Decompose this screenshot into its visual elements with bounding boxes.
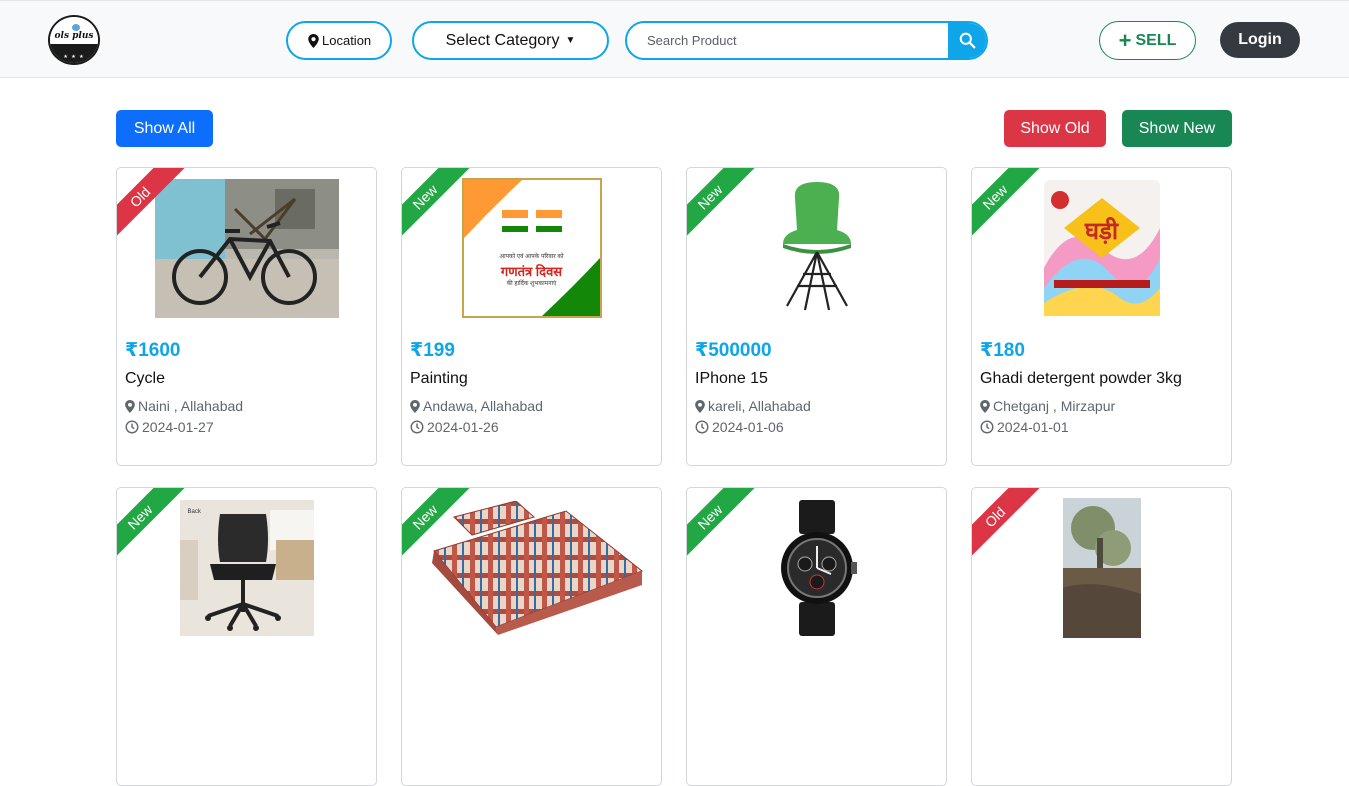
product-title[interactable]: Cycle <box>125 370 165 388</box>
green-chair-image <box>782 182 851 311</box>
republic-day-painting-image: आपको एवं आपके परिवार को गणतंत्र दिवस की … <box>461 178 602 318</box>
sell-label: SELL <box>1135 31 1177 49</box>
product-date: 2024-01-01 <box>980 419 1069 435</box>
product-date: 2024-01-26 <box>410 419 499 435</box>
chevron-down-icon: ▼ <box>565 35 576 46</box>
product-card[interactable]: आपको एवं आपके परिवार को गणतंत्र दिवस की … <box>401 167 662 466</box>
tree-photo-image <box>1062 498 1141 638</box>
search-bar <box>625 21 988 60</box>
clock-icon <box>980 420 994 434</box>
product-location: Andawa, Allahabad <box>410 398 543 414</box>
product-image <box>687 500 946 636</box>
search-input[interactable] <box>627 23 951 58</box>
product-card[interactable]: New <box>401 487 662 786</box>
detergent-pack-image: घड़ी <box>1040 178 1164 318</box>
top-navbar: ols plus ★ ★ ★ Location Select Category … <box>0 0 1349 78</box>
mattress-image <box>431 501 643 635</box>
category-label: Select Category <box>445 31 560 49</box>
location-button[interactable]: Location <box>286 21 392 60</box>
show-all-button[interactable]: Show All <box>116 110 213 147</box>
product-card[interactable]: Old ₹1600 Cycle Naini , Allahabad 2024-0… <box>116 167 377 466</box>
product-card[interactable]: Back New <box>116 487 377 786</box>
category-select[interactable]: Select Category ▼ <box>412 21 609 60</box>
product-card[interactable]: घड़ी New ₹180 Ghadi detergent powder 3kg… <box>971 167 1232 466</box>
product-title[interactable]: IPhone 15 <box>695 370 768 388</box>
product-price: ₹500000 <box>695 340 772 361</box>
clock-icon <box>410 420 424 434</box>
map-pin-icon <box>125 399 135 413</box>
product-image: घड़ी <box>972 178 1231 318</box>
map-pin-icon <box>410 399 420 413</box>
product-title[interactable]: Painting <box>410 370 468 388</box>
clock-icon <box>125 420 139 434</box>
product-image: Back <box>117 500 376 636</box>
product-price: ₹180 <box>980 340 1025 361</box>
map-pin-icon <box>980 399 990 413</box>
product-image <box>402 500 661 636</box>
map-pin-icon <box>695 399 705 413</box>
plus-icon: + <box>1118 27 1132 53</box>
wrist-watch-image <box>780 500 857 636</box>
search-button[interactable] <box>948 23 986 58</box>
product-image: आपको एवं आपके परिवार को गणतंत्र दिवस की … <box>402 178 661 318</box>
drop-icon <box>72 24 80 31</box>
product-price: ₹1600 <box>125 340 181 361</box>
clock-icon <box>695 420 709 434</box>
sell-button[interactable]: + SELL <box>1099 21 1196 60</box>
search-icon <box>959 32 975 49</box>
product-card[interactable]: New ₹500000 IPhone 15 kareli, Allahabad … <box>686 167 947 466</box>
show-new-button[interactable]: Show New <box>1122 110 1232 147</box>
site-logo[interactable]: ols plus ★ ★ ★ <box>48 15 100 65</box>
product-image <box>117 178 376 318</box>
product-card[interactable]: New <box>686 487 947 786</box>
product-date: 2024-01-27 <box>125 419 214 435</box>
office-chair-image: Back <box>179 500 314 636</box>
product-date: 2024-01-06 <box>695 419 784 435</box>
show-old-button[interactable]: Show Old <box>1004 110 1106 147</box>
product-location: Naini , Allahabad <box>125 398 243 414</box>
product-location: Chetganj , Mirzapur <box>980 398 1115 414</box>
bicycle-image <box>154 178 339 318</box>
product-price: ₹199 <box>410 340 455 361</box>
star-icons: ★ ★ ★ <box>63 54 85 60</box>
product-card[interactable]: Old <box>971 487 1232 786</box>
location-label: Location <box>322 33 372 48</box>
product-image <box>687 178 946 318</box>
logo-text: ols plus <box>54 31 94 41</box>
login-button[interactable]: Login <box>1220 22 1300 58</box>
product-title[interactable]: Ghadi detergent powder 3kg <box>980 370 1182 388</box>
product-image <box>972 498 1231 638</box>
product-location: kareli, Allahabad <box>695 398 811 414</box>
map-pin-icon <box>308 33 319 48</box>
